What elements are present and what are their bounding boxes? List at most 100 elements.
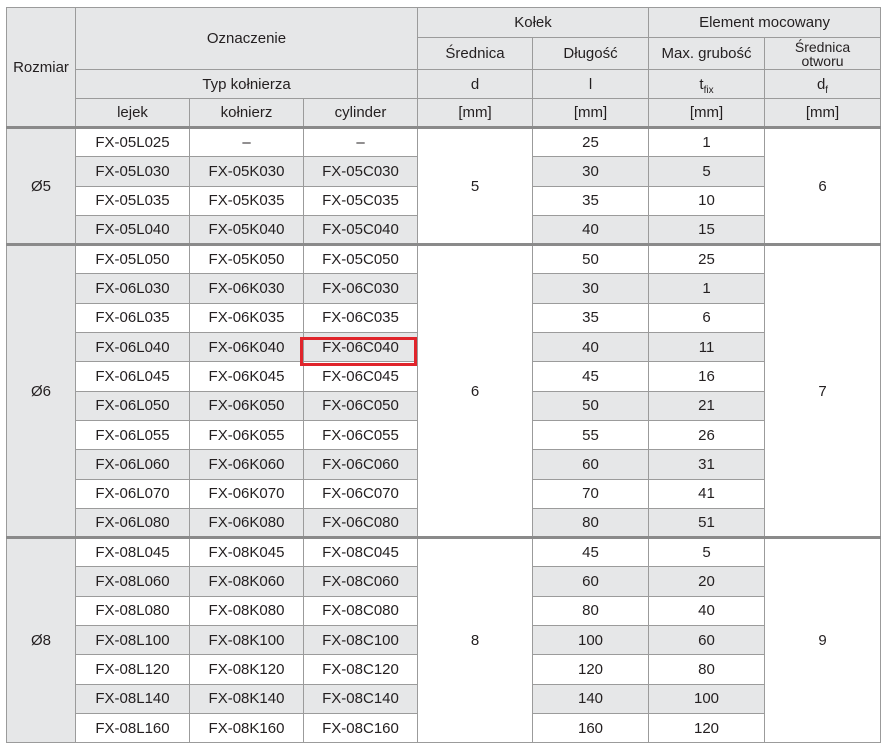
length-cell: 50 — [532, 243, 650, 275]
header-srednica-otworu-line2: otworu — [801, 52, 844, 69]
designation-cylinder: FX-06C080 — [302, 507, 419, 539]
length-cell: 25 — [532, 125, 650, 158]
product-table: Rozmiar Oznaczenie Kołek Element mocowan… — [6, 7, 882, 744]
designation-cylinder: FX-08C120 — [302, 654, 419, 685]
designation-cylinder: FX-06C045 — [302, 361, 419, 392]
length-cell: 30 — [532, 273, 650, 304]
max-thickness-cell: 100 — [648, 683, 766, 714]
designation-lejek: FX-08L100 — [75, 625, 190, 656]
designation-cylinder: FX-08C060 — [302, 566, 419, 597]
size-cell: Ø5 — [6, 125, 76, 246]
designation-lejek: FX-05L025 — [75, 125, 190, 158]
hole-diameter-cell: 7 — [764, 243, 882, 539]
length-cell: 70 — [532, 478, 650, 509]
max-thickness-cell: 120 — [648, 712, 766, 744]
max-thickness-cell: 6 — [648, 302, 766, 334]
header-unit-tfix: [mm] — [648, 98, 766, 128]
max-thickness-cell: 25 — [648, 243, 766, 275]
designation-lejek: FX-06L055 — [75, 419, 190, 451]
designation-cylinder: FX-08C140 — [302, 683, 419, 714]
max-thickness-cell: 26 — [648, 419, 766, 451]
designation-kolnierz: FX-06K070 — [189, 478, 304, 509]
hole-diameter-cell: 9 — [764, 536, 882, 744]
designation-kolnierz: FX-06K030 — [189, 273, 304, 304]
length-cell: 60 — [532, 566, 650, 597]
designation-kolnierz: FX-08K080 — [189, 595, 304, 627]
designation-kolnierz: FX-05K030 — [189, 156, 304, 187]
length-cell: 40 — [532, 214, 650, 246]
designation-kolnierz: – — [189, 125, 304, 158]
designation-lejek: FX-06L050 — [75, 390, 190, 421]
length-cell: 35 — [532, 185, 650, 216]
designation-cylinder: FX-05C050 — [302, 243, 419, 275]
header-cylinder: cylinder — [302, 98, 419, 128]
length-cell: 60 — [532, 449, 650, 480]
designation-cylinder: FX-06C035 — [302, 302, 419, 334]
designation-lejek: FX-08L120 — [75, 654, 190, 685]
length-cell: 30 — [532, 156, 650, 187]
header-dlugosc: Długość — [532, 37, 650, 70]
designation-kolnierz: FX-08K140 — [189, 683, 304, 714]
max-thickness-cell: 5 — [648, 156, 766, 187]
designation-lejek: FX-06L080 — [75, 507, 190, 539]
designation-lejek: FX-06L045 — [75, 361, 190, 392]
table-row: Ø8 FX-08L045 FX-08K045 FX-08C045 8 45 5 9 — [6, 536, 882, 744]
size-cell: Ø8 — [6, 536, 76, 744]
designation-cylinder: FX-06C070 — [302, 478, 419, 509]
designation-cylinder-highlighted: FX-06C040 — [302, 332, 419, 363]
max-thickness-cell: 20 — [648, 566, 766, 597]
header-kolek: Kołek — [417, 7, 650, 38]
header-srednica-otworu: Średnica otworu — [764, 37, 882, 70]
designation-kolnierz: FX-08K045 — [189, 536, 304, 568]
length-cell: 80 — [532, 595, 650, 627]
designation-cylinder: FX-06C060 — [302, 449, 419, 480]
length-cell: 80 — [532, 507, 650, 539]
designation-kolnierz: FX-06K040 — [189, 332, 304, 363]
symbol-t-subscript: fix — [703, 84, 714, 96]
designation-kolnierz: FX-06K035 — [189, 302, 304, 334]
max-thickness-cell: 40 — [648, 595, 766, 627]
diameter-cell: 6 — [417, 243, 534, 539]
designation-lejek: FX-08L045 — [75, 536, 190, 568]
designation-kolnierz: FX-06K050 — [189, 390, 304, 421]
length-cell: 35 — [532, 302, 650, 334]
designation-cylinder: – — [302, 125, 419, 158]
designation-cylinder: FX-08C160 — [302, 712, 419, 744]
designation-kolnierz: FX-05K050 — [189, 243, 304, 275]
designation-lejek: FX-06L070 — [75, 478, 190, 509]
table-row: Ø5 FX-05L025– –5 25 1 6 — [6, 125, 882, 246]
designation-lejek: FX-06L035 — [75, 302, 190, 334]
length-cell: 55 — [532, 419, 650, 451]
designation-cylinder: FX-06C055 — [302, 419, 419, 451]
designation-lejek: FX-06L060 — [75, 449, 190, 480]
symbol-t: t — [699, 75, 704, 93]
designation-cylinder: FX-08C045 — [302, 536, 419, 568]
header-symbol-df: df — [764, 69, 882, 99]
designation-lejek: FX-08L160 — [75, 712, 190, 744]
max-thickness-cell: 60 — [648, 625, 766, 656]
max-thickness-cell: 31 — [648, 449, 766, 480]
header-kolnierz: kołnierz — [189, 98, 304, 128]
designation-kolnierz: FX-06K055 — [189, 419, 304, 451]
header-oznaczenie: Oznaczenie — [74, 7, 419, 70]
designation-cylinder: FX-05C040 — [302, 214, 419, 246]
designation-cylinder: FX-06C050 — [302, 390, 419, 421]
length-cell: 50 — [532, 390, 650, 421]
table-row: Ø6 FX-05L050 FX-05K050 FX-05C050 6 50 25 7 — [6, 243, 882, 539]
symbol-d-subscript: f — [825, 84, 829, 96]
designation-lejek: FX-06L040 — [75, 332, 190, 363]
max-thickness-cell: 1 — [648, 125, 766, 158]
designation-lejek: FX-08L080 — [75, 595, 190, 627]
max-thickness-cell: 5 — [648, 536, 766, 568]
max-thickness-cell: 15 — [648, 214, 766, 246]
length-cell: 40 — [532, 332, 650, 363]
max-thickness-cell: 1 — [648, 273, 766, 304]
length-cell: 160 — [532, 712, 650, 744]
header-symbol-l: l — [532, 69, 650, 99]
max-thickness-cell: 51 — [648, 507, 766, 539]
designation-kolnierz: FX-05K035 — [189, 185, 304, 216]
designation-lejek: FX-05L050 — [75, 243, 190, 275]
max-thickness-cell: 41 — [648, 478, 766, 509]
designation-kolnierz: FX-08K100 — [189, 625, 304, 656]
designation-lejek: FX-05L040 — [75, 214, 190, 246]
